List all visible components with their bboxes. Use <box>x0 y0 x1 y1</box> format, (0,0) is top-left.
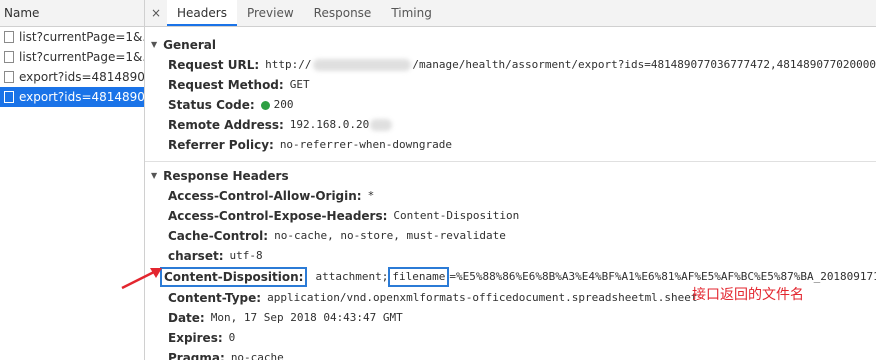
request-item-selected[interactable]: export?ids=4814890... <box>0 87 144 107</box>
section-title: Response Headers <box>163 169 289 183</box>
referrer-policy-row: Referrer Policy: no-referrer-when-downgr… <box>145 135 876 155</box>
header-value: 192.168.0.20 <box>289 118 370 131</box>
response-header-row: Access-Control-Expose-Headers: Content-D… <box>145 206 876 226</box>
response-headers-section-header[interactable]: ▼ Response Headers <box>145 166 876 186</box>
file-icon <box>4 91 14 103</box>
tab-preview[interactable]: Preview <box>237 0 304 26</box>
header-value: GET <box>289 78 310 91</box>
header-key: charset: <box>168 249 224 263</box>
request-item[interactable]: export?ids=4814890... <box>0 67 144 87</box>
request-item[interactable]: list?currentPage=1&... <box>0 27 144 47</box>
request-url-row: Request URL: http:// /manage/health/asso… <box>145 55 876 75</box>
header-key: Access-Control-Expose-Headers: <box>168 209 388 223</box>
request-list-panel: Name list?currentPage=1&... list?current… <box>0 0 145 360</box>
remote-address-row: Remote Address: 192.168.0.20 <box>145 115 876 135</box>
close-icon[interactable]: × <box>145 0 167 26</box>
response-header-row: Access-Control-Allow-Origin: * <box>145 186 876 206</box>
status-code-row: Status Code: 200 <box>145 95 876 115</box>
response-header-row: charset: utf-8 <box>145 246 876 266</box>
header-key: Request Method: <box>168 78 284 92</box>
header-value: * <box>367 189 375 202</box>
header-key: Date: <box>168 311 205 325</box>
header-key: Referrer Policy: <box>168 138 274 152</box>
response-header-row: Cache-Control: no-cache, no-store, must-… <box>145 226 876 246</box>
tab-headers[interactable]: Headers <box>167 0 237 26</box>
request-method-row: Request Method: GET <box>145 75 876 95</box>
header-value: Mon, 17 Sep 2018 04:43:47 GMT <box>210 311 403 324</box>
header-key: Content-Type: <box>168 291 262 305</box>
request-detail-panel: × Headers Preview Response Timing ▼ Gene… <box>145 0 876 360</box>
header-value: =%E5%88%86%E6%8B%A3%E4%BF%A1%E6%81%AF%E5… <box>449 270 876 283</box>
request-label: export?ids=4814890... <box>19 70 144 84</box>
header-value: attachment; <box>315 270 389 283</box>
redacted-host <box>312 59 412 71</box>
response-header-row: Pragma: no-cache <box>145 348 876 360</box>
header-key: Status Code: <box>168 98 255 112</box>
request-label: list?currentPage=1&... <box>19 50 144 64</box>
triangle-down-icon: ▼ <box>151 171 158 180</box>
header-key: Cache-Control: <box>168 229 269 243</box>
header-value: no-cache, no-store, must-revalidate <box>274 229 506 242</box>
header-key: Pragma: <box>168 351 225 360</box>
file-icon <box>4 71 14 83</box>
header-value: 200 <box>273 98 294 111</box>
request-item[interactable]: list?currentPage=1&... <box>0 47 144 67</box>
tab-response[interactable]: Response <box>304 0 382 26</box>
tab-timing[interactable]: Timing <box>381 0 442 26</box>
header-key: Expires: <box>168 331 223 345</box>
section-title: General <box>163 38 216 52</box>
header-key: Access-Control-Allow-Origin: <box>168 189 362 203</box>
response-header-row: Date: Mon, 17 Sep 2018 04:43:47 GMT <box>145 308 876 328</box>
name-column-header[interactable]: Name <box>0 0 144 27</box>
triangle-down-icon: ▼ <box>151 40 158 49</box>
header-key: Remote Address: <box>168 118 284 132</box>
file-icon <box>4 31 14 43</box>
header-value: 0 <box>228 331 236 344</box>
status-ok-icon <box>260 100 270 110</box>
header-value: /manage/health/assorment/export?ids=4814… <box>412 58 876 71</box>
header-key: Request URL: <box>168 58 260 72</box>
red-arrow-icon <box>121 268 162 290</box>
request-label: export?ids=4814890... <box>19 90 144 104</box>
file-icon <box>4 51 14 63</box>
content-disposition-key-highlight: Content-Disposition: <box>160 267 308 287</box>
response-header-row: Expires: 0 <box>145 328 876 348</box>
annotation-text: 接口返回的文件名 <box>692 287 804 303</box>
redacted-address <box>370 119 393 131</box>
header-value-prefix: http:// <box>265 58 312 71</box>
header-value: application/vnd.openxmlformats-officedoc… <box>267 291 698 304</box>
header-value: no-referrer-when-downgrade <box>279 138 452 151</box>
header-value: utf-8 <box>229 249 263 262</box>
header-value: no-cache <box>230 351 284 360</box>
general-section-header[interactable]: ▼ General <box>145 35 876 55</box>
header-value: Content-Disposition <box>393 209 520 222</box>
detail-tabs: × Headers Preview Response Timing <box>145 0 876 27</box>
filename-highlight: filename <box>388 267 450 287</box>
request-label: list?currentPage=1&... <box>19 30 144 44</box>
